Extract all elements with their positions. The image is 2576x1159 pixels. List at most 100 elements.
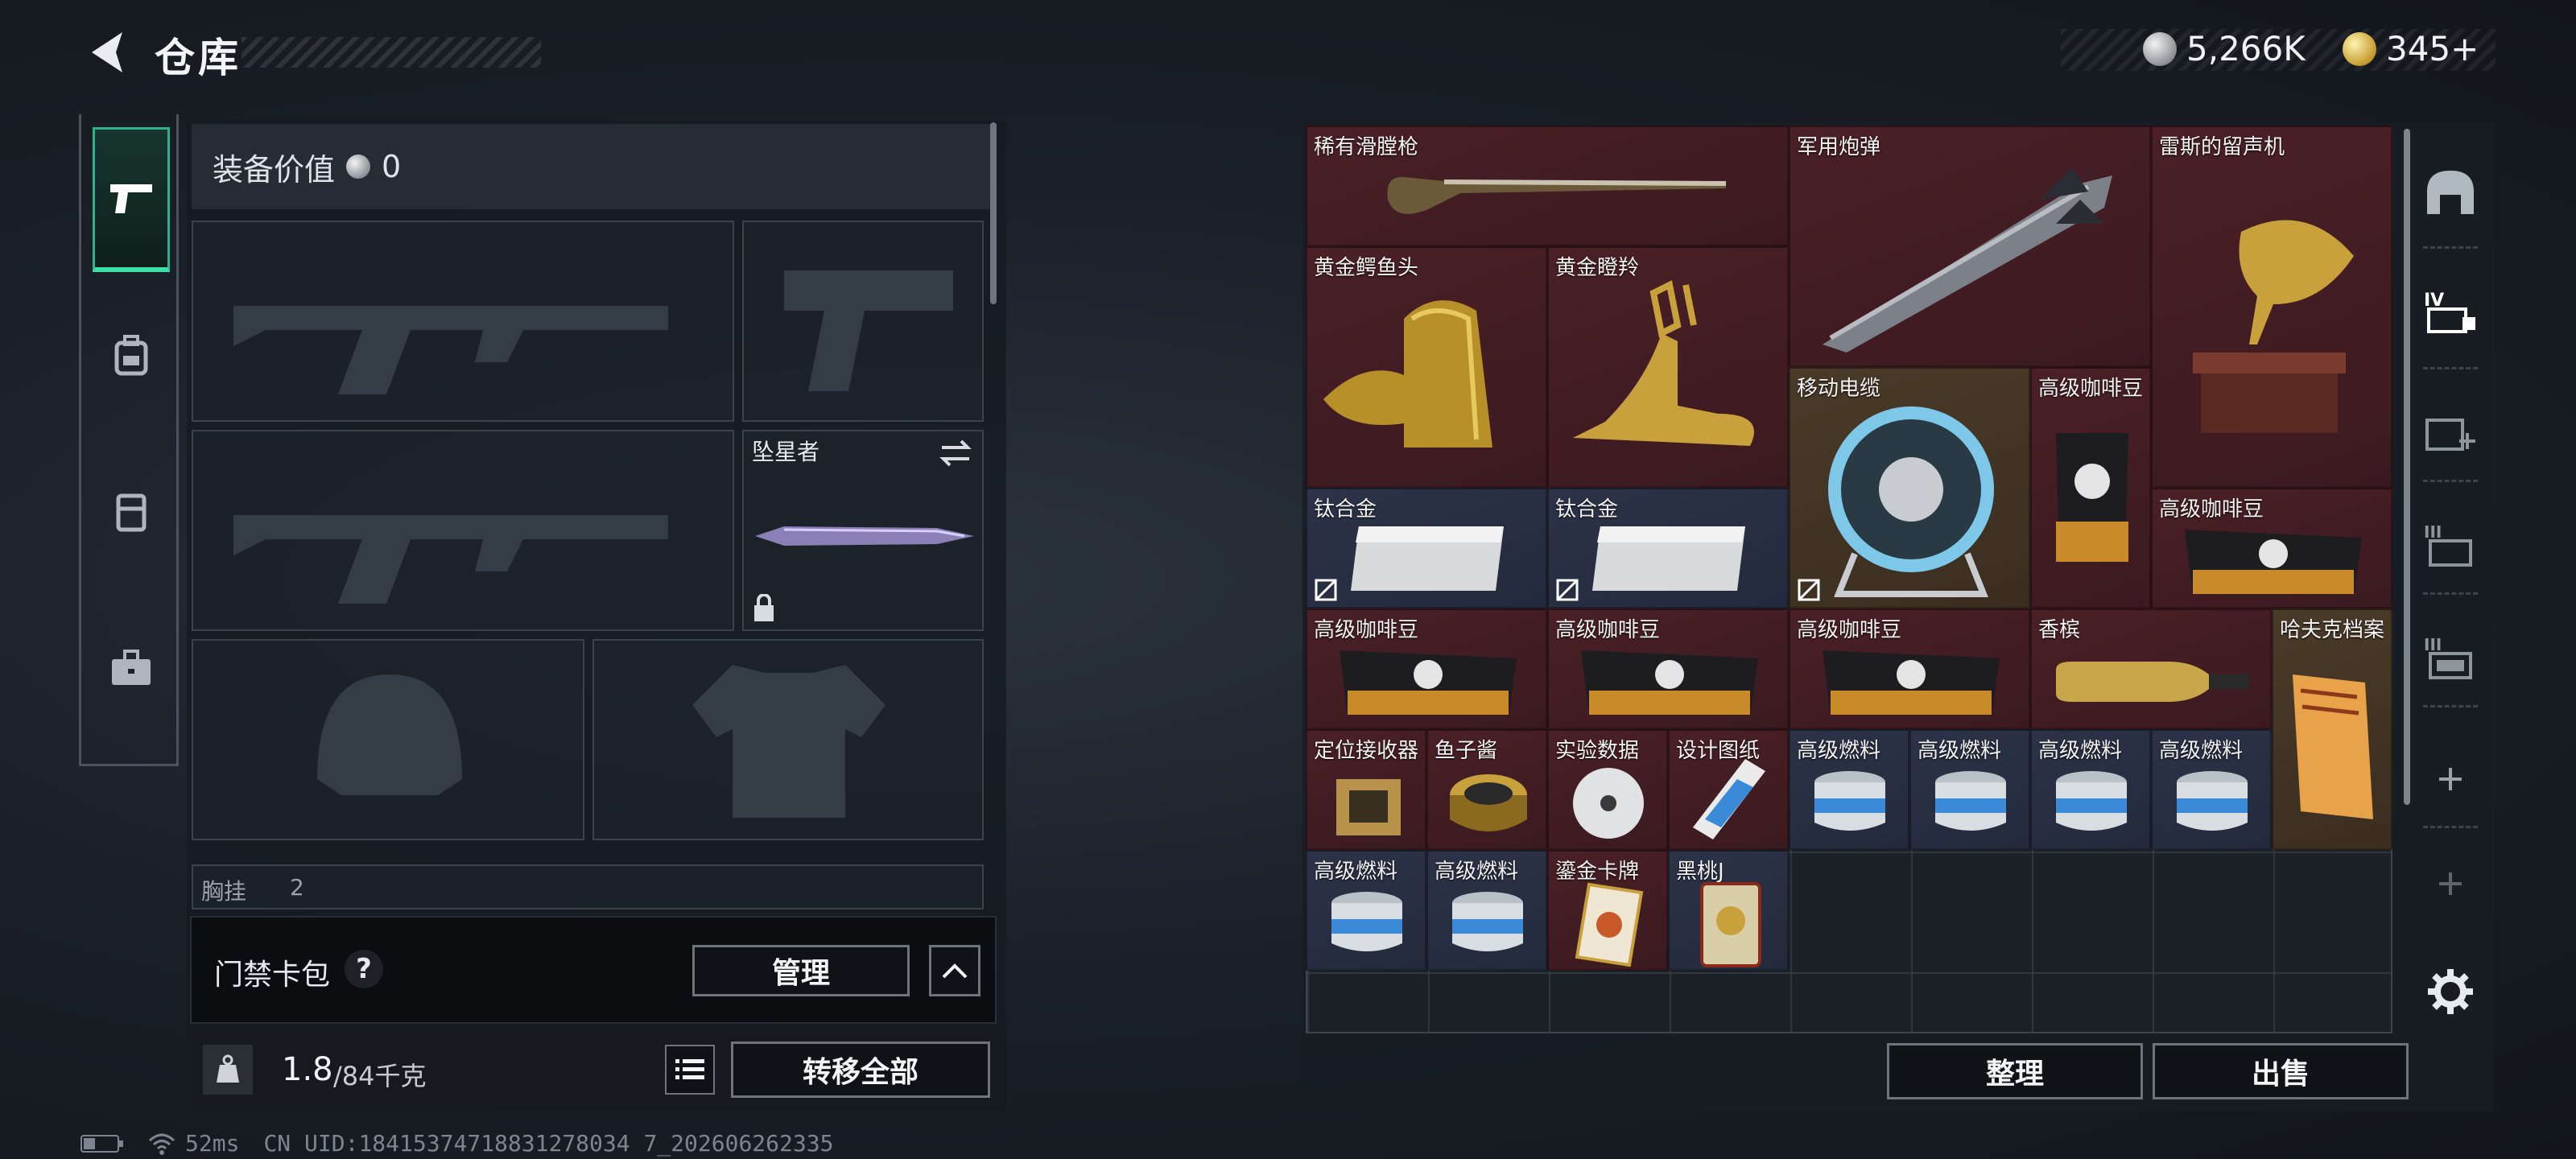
item-label: 高级咖啡豆 — [1314, 618, 1419, 642]
chest-rig-slot[interactable]: 胸挂 2 — [192, 864, 984, 909]
no-trade-icon — [1315, 579, 1337, 601]
sell-label: 出售 — [2251, 1058, 2310, 1091]
currency-silver-value: 5,266K — [2186, 29, 2306, 68]
keycard-expand-button[interactable] — [929, 945, 980, 996]
stash-page-add-button[interactable] — [2417, 399, 2484, 467]
jack-of-spades-card-icon — [1700, 882, 1761, 967]
add-stash-page-button-2[interactable] — [2417, 850, 2484, 918]
stash-expansion-3-icon: III — [2424, 522, 2472, 567]
item-label: 高级咖啡豆 — [2038, 377, 2144, 401]
transfer-all-button[interactable]: 转移全部 — [731, 1041, 990, 1098]
stash-item[interactable]: 稀有滑膛枪 — [1306, 126, 1789, 246]
stash-item[interactable]: 香槟 — [2030, 608, 2272, 729]
sidearm-slot[interactable] — [742, 221, 984, 422]
helmet-slot[interactable] — [192, 639, 584, 840]
fuel-can-icon — [1331, 892, 1402, 951]
plus-icon — [2439, 872, 2462, 895]
backpack-icon — [114, 335, 148, 376]
stash-item[interactable]: 设计图纸 — [1668, 729, 1789, 850]
weight-bar: 1.8 /84千克 转移全部 — [187, 1030, 1006, 1109]
back-button[interactable] — [77, 24, 134, 80]
stash-item[interactable]: 黄金鳄鱼头 — [1306, 246, 1547, 488]
stash-item[interactable]: 实验数据 — [1547, 729, 1668, 850]
fuel-can-icon — [1452, 892, 1523, 951]
stash-item[interactable]: 高级燃料 — [2151, 729, 2272, 850]
body-armor-slot[interactable] — [592, 639, 984, 840]
silver-coin-icon — [346, 155, 371, 179]
golden-crocodile-head-icon — [1323, 300, 1492, 448]
coffee-bag-icon — [1340, 650, 1517, 715]
stash-item[interactable]: 军用炮弹 — [1789, 126, 2151, 367]
stash-item[interactable]: 鱼子酱 — [1426, 729, 1547, 850]
item-label: 雷斯的留声机 — [2159, 135, 2285, 159]
stash-item[interactable]: 高级燃料 — [1789, 729, 1909, 850]
currency-gold[interactable]: 345+ — [2343, 29, 2479, 68]
stash-item[interactable]: 高级咖啡豆 — [1547, 608, 1789, 729]
arch-icon — [2427, 171, 2474, 214]
stash-page-4-button[interactable]: IV — [2417, 278, 2484, 346]
sell-button[interactable]: 出售 — [2153, 1043, 2409, 1099]
stash-item[interactable]: 黑桃J — [1668, 850, 1789, 971]
stash-expansion-3b-icon: III — [2424, 635, 2472, 679]
musket-icon — [1387, 176, 1727, 214]
stash-item[interactable]: 移动电缆 — [1789, 367, 2030, 608]
weight-current: 1.8 — [282, 1051, 333, 1088]
stash-item[interactable]: 高级燃料 — [2030, 729, 2151, 850]
stash-item[interactable]: 雷斯的留声机 — [2151, 126, 2392, 488]
keycard-manage-button[interactable]: 管理 — [692, 945, 910, 996]
keycard-wallet-bar: 门禁卡包 ? 管理 — [190, 916, 997, 1024]
stash-item[interactable]: 高级咖啡豆 — [1306, 608, 1547, 729]
tab-rig[interactable] — [93, 439, 170, 584]
fuel-can-icon — [1814, 771, 1885, 831]
blueprint-icon — [1693, 759, 1765, 839]
golden-gazelle-icon — [1573, 280, 1754, 446]
stash-page-3-button[interactable]: III — [2417, 512, 2484, 580]
stash-item[interactable]: 高级燃料 — [1909, 729, 2030, 850]
tab-armor[interactable] — [93, 283, 170, 428]
coffee-bag-icon — [2056, 433, 2128, 562]
item-label: 实验数据 — [1555, 739, 1640, 763]
loadout-scrollbar[interactable] — [990, 122, 997, 304]
stash-item[interactable]: 高级咖啡豆 — [2030, 367, 2151, 608]
cable-reel-icon — [1828, 406, 1994, 597]
stash-item[interactable]: 高级咖啡豆 — [2151, 488, 2392, 608]
stash-item[interactable]: 钛合金 — [1547, 488, 1789, 608]
chest-rig-label: 胸挂 — [201, 878, 247, 905]
stash-item[interactable]: 钛合金 — [1306, 488, 1547, 608]
stash-item[interactable]: 哈夫克档案 — [2272, 608, 2392, 850]
primary-weapon-slot[interactable] — [192, 221, 734, 422]
secondary-weapon-slot[interactable] — [192, 430, 734, 631]
melee-slot[interactable]: 坠星者 — [742, 430, 984, 631]
stash-page-3b-button[interactable]: III — [2417, 625, 2484, 692]
add-stash-page-button[interactable] — [2417, 745, 2484, 813]
stash-item[interactable]: 鎏金卡牌 — [1547, 850, 1668, 971]
category-tab-rail — [79, 114, 179, 766]
keycard-help-button[interactable]: ? — [345, 950, 383, 988]
network-status: 52ms — [148, 1130, 239, 1157]
no-trade-icon — [1798, 579, 1820, 601]
pistol-icon — [110, 184, 152, 213]
list-view-button[interactable] — [665, 1045, 715, 1095]
stash-item[interactable]: 定位接收器 — [1306, 729, 1426, 850]
stash-home-button[interactable] — [2417, 158, 2484, 225]
settings-button[interactable] — [2417, 958, 2484, 1025]
stash-item[interactable]: 高级燃料 — [1426, 850, 1547, 971]
knife-icon — [755, 526, 974, 546]
vest-icon — [116, 493, 147, 532]
stash-item[interactable]: 黄金瞪羚 — [1547, 246, 1789, 488]
svg-text:III: III — [2424, 635, 2442, 654]
stash-expansion-4-icon: IV — [2424, 291, 2475, 333]
stash-item[interactable]: 高级燃料 — [1306, 850, 1426, 971]
coffee-bag-icon — [1823, 650, 2000, 715]
transfer-all-label: 转移全部 — [802, 1056, 919, 1089]
weight-max: /84千克 — [333, 1061, 427, 1091]
coffee-bag-icon — [2185, 530, 2362, 594]
weight-icon-box — [203, 1045, 253, 1095]
gold-coin-icon — [2343, 31, 2376, 66]
lock-icon — [754, 594, 774, 621]
stash-item[interactable]: 高级咖啡豆 — [1789, 608, 2030, 729]
sort-button[interactable]: 整理 — [1887, 1043, 2143, 1099]
title-decoration — [242, 37, 541, 68]
tab-case[interactable] — [93, 596, 170, 740]
tab-weapons[interactable] — [93, 127, 170, 272]
